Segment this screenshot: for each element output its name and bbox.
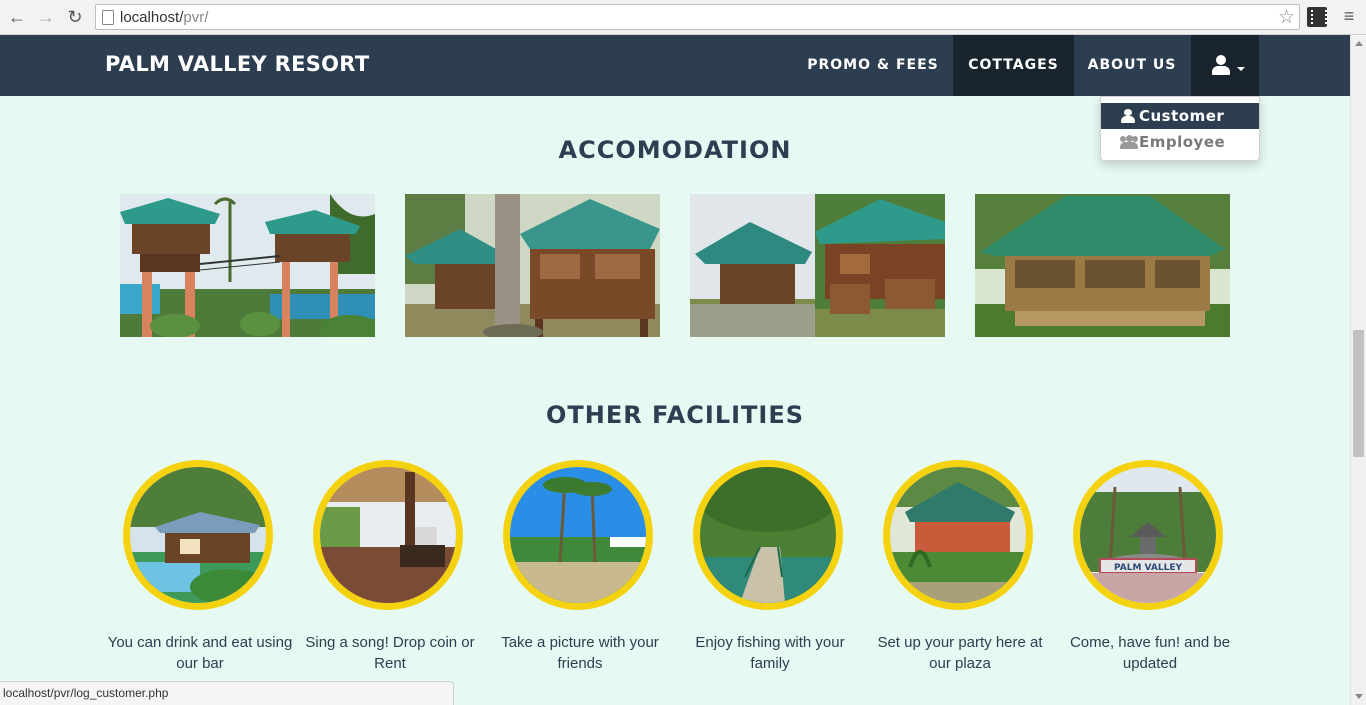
url-host: localhost/ xyxy=(120,9,184,26)
raised-cottage-photo[interactable] xyxy=(120,194,375,337)
nav-about-us[interactable]: ABOUT US xyxy=(1074,35,1190,96)
cottage-row-photo[interactable] xyxy=(690,194,945,337)
facility-card-fishing: Enjoy fishing with your family xyxy=(685,460,855,680)
large-hut-photo[interactable] xyxy=(975,194,1230,337)
user-menu-toggle[interactable] xyxy=(1191,35,1259,96)
palm-valley-fountain-photo: PALM VALLEY xyxy=(1080,467,1216,603)
caret-down-icon xyxy=(1237,67,1245,71)
forward-arrow-icon[interactable]: → xyxy=(35,6,57,28)
facility-photo-ring[interactable]: PALM VALLEY xyxy=(1073,460,1223,610)
facility-caption: Sing a song! Drop coin or Rent xyxy=(305,634,475,672)
fountain-sign-text: PALM VALLEY xyxy=(1114,563,1182,573)
dropdown-item-customer[interactable]: Customer xyxy=(1101,103,1259,129)
extension-icon[interactable] xyxy=(1307,7,1327,27)
scroll-up-arrow-icon[interactable] xyxy=(1355,41,1363,46)
palm-trees-photo xyxy=(510,467,646,603)
facility-photo-ring[interactable] xyxy=(313,460,463,610)
facility-caption: Take a picture with your friends xyxy=(501,634,659,672)
hamburger-menu-icon[interactable]: ≡ xyxy=(1340,6,1358,26)
scroll-down-arrow-icon[interactable] xyxy=(1355,694,1363,699)
facility-photo-ring[interactable] xyxy=(883,460,1033,610)
facility-card-plaza: Set up your party here at our plaza xyxy=(875,460,1045,680)
brand-logo[interactable]: PALM VALLEY RESORT xyxy=(105,52,369,76)
accommodation-title: ACCOMODATION xyxy=(558,136,792,164)
bar-photo xyxy=(130,467,266,603)
nipa-hut-photo[interactable] xyxy=(405,194,660,337)
address-url[interactable]: localhost/pvr/ xyxy=(120,9,208,26)
facility-caption: Come, have fun! and be updated xyxy=(1069,634,1231,672)
facility-caption: You can drink and eat using our bar xyxy=(107,634,293,672)
link-status-bar: localhost/pvr/log_customer.php xyxy=(0,681,454,705)
url-path: pvr/ xyxy=(183,9,209,26)
back-arrow-icon[interactable]: ← xyxy=(6,6,28,28)
facility-photo-ring[interactable] xyxy=(123,460,273,610)
browser-toolbar: ← → ↻ localhost/pvr/ ☆ ≡ xyxy=(0,0,1366,35)
facility-caption: Set up your party here at our plaza xyxy=(877,634,1043,672)
facility-card-fountain: PALM VALLEY Come, have fun! and be updat… xyxy=(1065,460,1235,680)
facility-photo-ring[interactable] xyxy=(693,460,843,610)
page-viewport: PALM VALLEY RESORT PROMO & FEES COTTAGES… xyxy=(0,35,1350,705)
facility-card-bar: You can drink and eat using our bar xyxy=(108,460,292,680)
nav-cottages[interactable]: COTTAGES xyxy=(953,35,1074,96)
user-icon xyxy=(1212,55,1230,75)
facility-caption: Enjoy fishing with your family xyxy=(695,634,845,672)
karaoke-photo xyxy=(320,467,456,603)
user-icon xyxy=(1121,109,1135,123)
facility-card-photo-spot: Take a picture with your friends xyxy=(495,460,665,680)
top-navbar: PALM VALLEY RESORT PROMO & FEES COTTAGES… xyxy=(0,35,1350,96)
dropdown-item-label: Customer xyxy=(1139,107,1225,125)
fishing-bridge-photo xyxy=(700,467,836,603)
page-scrollbar[interactable] xyxy=(1350,35,1366,705)
facility-card-karaoke: Sing a song! Drop coin or Rent xyxy=(305,460,475,680)
reload-icon[interactable]: ↻ xyxy=(64,6,86,28)
star-icon[interactable]: ☆ xyxy=(1278,6,1295,29)
address-bar[interactable]: localhost/pvr/ ☆ xyxy=(95,4,1300,30)
facility-photo-ring[interactable] xyxy=(503,460,653,610)
scroll-thumb[interactable] xyxy=(1353,330,1364,457)
nav-promo-fees[interactable]: PROMO & FEES xyxy=(794,35,952,96)
page-icon xyxy=(102,10,114,25)
plaza-pavilion-photo xyxy=(890,467,1026,603)
other-facilities-title: OTHER FACILITIES xyxy=(545,401,805,429)
